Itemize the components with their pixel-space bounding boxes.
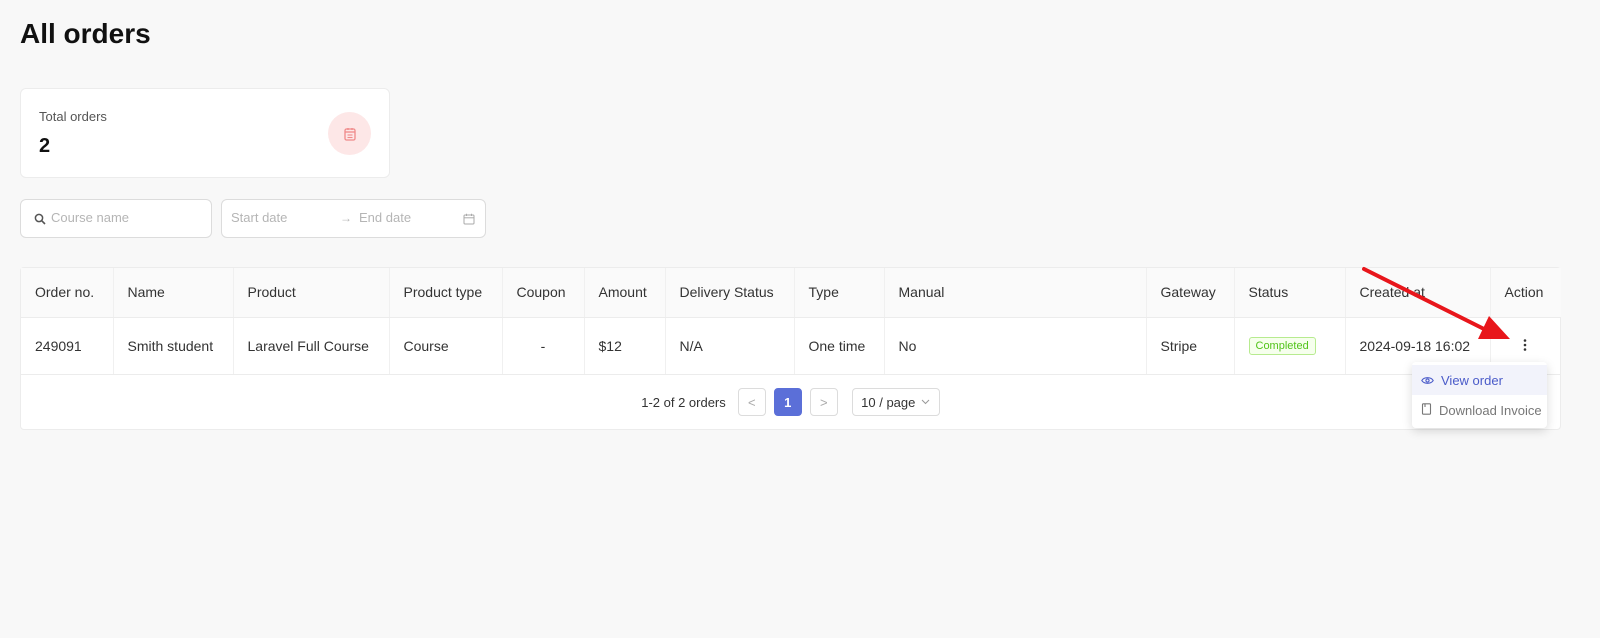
download-invoice-menu-item[interactable]: Download Invoice — [1412, 395, 1547, 425]
pagination-total: 1-2 of 2 orders — [641, 394, 726, 410]
date-range-picker[interactable]: → — [221, 199, 486, 238]
column-header[interactable]: Product type — [389, 268, 503, 318]
type-cell: One time — [794, 317, 885, 375]
column-header[interactable]: Created at — [1345, 268, 1491, 318]
action-dropdown-menu: View order Download Invoice — [1412, 362, 1547, 428]
column-header[interactable]: Gateway — [1146, 268, 1235, 318]
calendar-icon[interactable] — [463, 212, 475, 230]
download-invoice-label: Download Invoice — [1439, 402, 1542, 418]
gateway-cell: Stripe — [1146, 317, 1235, 375]
column-header[interactable]: Manual — [884, 268, 1147, 318]
manual-cell: No — [884, 317, 1147, 375]
orders-table: Order no. Name Product Product type Coup… — [21, 268, 1561, 375]
chevron-down-icon — [921, 397, 930, 408]
table-row[interactable]: 249091 Smith student Laravel Full Course… — [21, 317, 1561, 375]
document-icon — [1421, 402, 1432, 418]
column-header[interactable]: Type — [794, 268, 885, 318]
order-number-cell: 249091 — [21, 317, 114, 375]
calendar-icon — [328, 112, 371, 155]
date-separator: → — [340, 211, 352, 225]
column-header[interactable]: Action — [1490, 268, 1561, 318]
amount-cell: $12 — [584, 317, 666, 375]
product-type-cell: Course — [389, 317, 503, 375]
status-badge: Completed — [1248, 337, 1316, 355]
page-size-select[interactable]: 10 / page — [851, 388, 940, 416]
next-page-button[interactable]: > — [809, 388, 838, 416]
column-header[interactable]: Name — [113, 268, 234, 318]
page-size-value: 10 / page — [861, 394, 916, 410]
orders-table-container: Order no. Name Product Product type Coup… — [20, 267, 1561, 430]
course-search-box — [20, 199, 212, 238]
search-icon — [34, 212, 46, 230]
column-header[interactable]: Amount — [584, 268, 666, 318]
column-header[interactable]: Product — [233, 268, 390, 318]
total-orders-card: Total orders 2 — [20, 88, 390, 178]
column-header[interactable]: Coupon — [502, 268, 585, 318]
total-orders-value: 2 — [39, 135, 51, 157]
column-header[interactable]: Status — [1234, 268, 1346, 318]
table-header-row: Order no. Name Product Product type Coup… — [21, 268, 1561, 318]
prev-page-button[interactable]: < — [737, 388, 766, 416]
delivery-status-cell: N/A — [665, 317, 795, 375]
coupon-cell: - — [502, 317, 585, 375]
course-search-input[interactable] — [51, 210, 201, 225]
end-date-input[interactable] — [359, 210, 459, 225]
name-cell: Smith student — [113, 317, 234, 375]
more-actions-icon[interactable] — [1517, 338, 1533, 354]
view-order-menu-item[interactable]: View order — [1412, 365, 1547, 395]
page-title: All orders — [20, 18, 151, 49]
view-order-label: View order — [1441, 372, 1503, 388]
page-1-button[interactable]: 1 — [773, 388, 802, 416]
column-header[interactable]: Order no. — [21, 268, 114, 318]
total-orders-label: Total orders — [39, 109, 107, 124]
product-cell: Laravel Full Course — [233, 317, 390, 375]
column-header[interactable]: Delivery Status — [665, 268, 795, 318]
status-cell: Completed — [1234, 317, 1346, 375]
start-date-input[interactable] — [231, 210, 331, 225]
pagination: 1-2 of 2 orders < 1 > 10 / page — [21, 388, 1560, 416]
eye-icon — [1421, 373, 1434, 388]
